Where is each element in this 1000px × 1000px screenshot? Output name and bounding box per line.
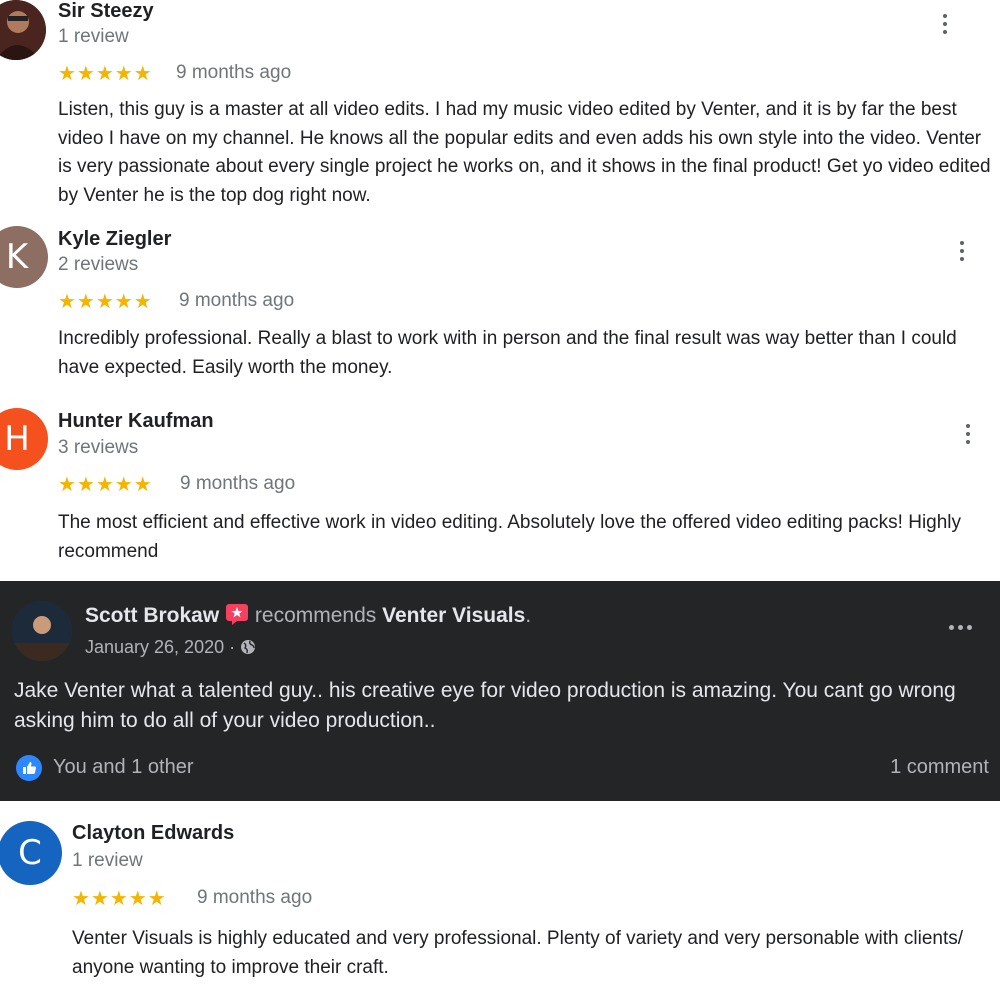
more-options-icon[interactable] <box>958 241 966 261</box>
period: . <box>525 604 532 627</box>
recommendation-header: Scott Brokaw recommends Venter Visuals. <box>85 603 531 628</box>
profile-photo-icon <box>12 601 72 661</box>
recommender-name[interactable]: Scott Brokaw <box>85 604 219 627</box>
review-text: Incredibly professional. Really a blast … <box>58 328 957 378</box>
avatar[interactable]: C <box>0 821 62 885</box>
reviewer-name[interactable]: Hunter Kaufman <box>58 410 214 433</box>
reactions-count[interactable]: You and 1 other <box>53 756 194 779</box>
facebook-recommendation: Scott Brokaw recommends Venter Visuals. … <box>0 581 1000 801</box>
review-count: 1 review <box>58 26 129 47</box>
review-time: 9 months ago <box>176 62 292 83</box>
avatar[interactable] <box>12 601 72 661</box>
review-text: Venter Visuals is highly educated and ve… <box>72 928 964 978</box>
reviewer-name[interactable]: Kyle Ziegler <box>58 228 171 251</box>
comments-count[interactable]: 1 comment <box>890 756 989 779</box>
recommends-label: recommends <box>254 604 377 627</box>
post-text: Jake Venter what a talented guy.. his cr… <box>14 679 956 732</box>
review-count: 2 reviews <box>58 254 139 275</box>
recommendation-badge-icon <box>226 604 249 625</box>
like-icon[interactable] <box>16 755 42 781</box>
star-rating: ★★★★★ <box>58 472 153 496</box>
post-date[interactable]: January 26, 2020 · <box>85 637 256 658</box>
review-text: Listen, this guy is a master at all vide… <box>58 99 991 206</box>
reviewer-name[interactable]: Sir Steezy <box>58 0 154 23</box>
review-text: The most efficient and effective work in… <box>58 512 962 562</box>
more-options-icon[interactable] <box>941 14 949 34</box>
review-count: 3 reviews <box>58 437 139 458</box>
star-rating: ★★★★★ <box>58 289 153 313</box>
avatar[interactable] <box>0 0 46 60</box>
star-rating: ★★★★★ <box>72 886 167 910</box>
avatar[interactable]: H <box>0 408 48 470</box>
globe-icon <box>241 640 256 654</box>
avatar[interactable]: K <box>0 226 48 288</box>
date-text[interactable]: January 26, 2020 · <box>85 637 235 657</box>
profile-photo-icon <box>0 0 46 60</box>
more-options-icon[interactable] <box>949 625 972 630</box>
page-name[interactable]: Venter Visuals <box>382 604 525 627</box>
review-time: 9 months ago <box>197 887 313 908</box>
review-count: 1 review <box>72 850 143 871</box>
reviewer-name[interactable]: Clayton Edwards <box>72 822 234 845</box>
review-time: 9 months ago <box>179 290 295 311</box>
review-time: 9 months ago <box>180 473 296 494</box>
more-options-icon[interactable] <box>964 424 972 444</box>
star-rating: ★★★★★ <box>58 61 153 85</box>
